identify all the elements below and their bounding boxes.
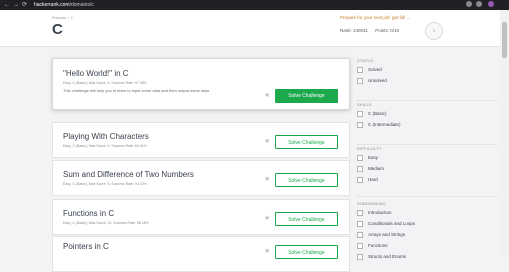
solve-challenge-button[interactable]: Solve Challenge bbox=[275, 173, 338, 187]
extension-icon[interactable] bbox=[466, 1, 472, 7]
rank-points: Rank: 440031 Points: 0/10 bbox=[340, 28, 399, 33]
challenge-title[interactable]: Pointers in C bbox=[63, 242, 109, 251]
filter-divider bbox=[357, 144, 497, 145]
checkbox[interactable] bbox=[357, 243, 363, 249]
filter-option-label: Conditionals and Loops bbox=[368, 221, 416, 226]
solve-challenge-button[interactable]: Solve Challenge bbox=[275, 245, 338, 259]
filter-option-label: Unsolved bbox=[368, 78, 387, 83]
filter-heading-status: STATUS bbox=[357, 58, 374, 63]
rank-text: Rank: 440031 bbox=[340, 28, 369, 33]
bookmark-star-icon[interactable]: ★ bbox=[264, 92, 270, 100]
challenge-card[interactable]: Functions in C Easy, C (Basic), Max Score… bbox=[52, 199, 350, 235]
challenge-card[interactable]: Pointers in C ★ Solve Challenge bbox=[52, 236, 350, 272]
profile-avatar-icon[interactable] bbox=[488, 1, 494, 7]
filter-option-label: Solved bbox=[368, 67, 382, 72]
challenge-card[interactable]: "Hello World!" in C Easy, C (Basic), Max … bbox=[52, 58, 350, 110]
checkbox[interactable] bbox=[357, 122, 363, 128]
challenge-meta: Easy, C (Basic), Max Score: 5, Success R… bbox=[63, 182, 147, 186]
challenge-title[interactable]: "Hello World!" in C bbox=[63, 69, 129, 78]
breadcrumb[interactable]: Prepare > C bbox=[52, 15, 74, 20]
forward-icon[interactable]: → bbox=[13, 1, 19, 9]
reload-icon[interactable]: ⟳ bbox=[22, 1, 27, 9]
filter-option-label: C (Intermediate) bbox=[368, 122, 401, 127]
filter-divider bbox=[357, 196, 497, 197]
checkbox[interactable] bbox=[357, 254, 363, 260]
solve-challenge-button[interactable]: Solve Challenge bbox=[275, 89, 338, 103]
filter-option-label: Structs and Enums bbox=[368, 254, 407, 259]
filter-heading-skills: SKILLS bbox=[357, 102, 372, 107]
checkbox[interactable] bbox=[357, 78, 363, 84]
challenge-description: This challenge will help you to learn to… bbox=[63, 88, 210, 93]
points-text: Points: 0/10 bbox=[375, 28, 400, 33]
challenge-title[interactable]: Sum and Difference of Two Numbers bbox=[63, 170, 194, 179]
back-icon[interactable]: ← bbox=[4, 1, 10, 9]
url-path: /domains/c bbox=[69, 2, 94, 8]
job-prompt-link[interactable]: Prepare for your next job: get full ... bbox=[340, 15, 410, 20]
checkbox[interactable] bbox=[357, 177, 363, 183]
solve-challenge-button[interactable]: Solve Challenge bbox=[275, 212, 338, 226]
challenge-meta: Easy, C (Basic), Max Score: 10, Success … bbox=[63, 221, 149, 225]
checkbox[interactable] bbox=[357, 221, 363, 227]
browser-toolbar: ← → ⟳ hackerrank.com/domains/c bbox=[0, 0, 509, 10]
checkbox[interactable] bbox=[357, 210, 363, 216]
filter-option-label: Functions bbox=[368, 243, 388, 248]
checkbox[interactable] bbox=[357, 166, 363, 172]
checkbox[interactable] bbox=[357, 67, 363, 73]
challenge-title[interactable]: Functions in C bbox=[63, 209, 114, 218]
filter-option-label: Arrays and Strings bbox=[368, 232, 406, 237]
bookmark-star-icon[interactable]: ★ bbox=[264, 138, 270, 146]
challenge-meta: Easy, C (Basic), Max Score: 5, Success R… bbox=[63, 144, 147, 148]
bookmark-star-icon[interactable]: ★ bbox=[264, 215, 270, 223]
bookmark-star-icon[interactable]: ★ bbox=[264, 176, 270, 184]
checkbox[interactable] bbox=[357, 232, 363, 238]
address-bar[interactable]: hackerrank.com/domains/c bbox=[34, 0, 94, 10]
filter-option-label: Introduction bbox=[368, 210, 392, 215]
progress-avatar: 0 bbox=[425, 22, 443, 40]
bookmark-star-icon[interactable]: ★ bbox=[264, 248, 270, 256]
challenge-card[interactable]: Sum and Difference of Two Numbers Easy, C… bbox=[52, 160, 350, 196]
filter-option-label: Easy bbox=[368, 155, 379, 160]
filter-option-label: Medium bbox=[368, 166, 385, 171]
challenge-meta: Easy, C (Basic), Max Score: 5, Success R… bbox=[63, 81, 147, 85]
scrollbar[interactable] bbox=[500, 10, 509, 256]
challenge-card[interactable]: Playing With Characters Easy, C (Basic), … bbox=[52, 122, 350, 158]
challenge-title[interactable]: Playing With Characters bbox=[63, 132, 149, 141]
checkbox[interactable] bbox=[357, 111, 363, 117]
filter-heading-subdomains: SUBDOMAINS bbox=[357, 201, 386, 206]
page-header: Prepare > C C Prepare for your next job:… bbox=[0, 10, 500, 47]
scrollbar-thumb[interactable] bbox=[502, 22, 507, 58]
solve-challenge-button[interactable]: Solve Challenge bbox=[275, 135, 338, 149]
checkbox[interactable] bbox=[357, 155, 363, 161]
filter-heading-difficulty: DIFFICULTY bbox=[357, 146, 382, 151]
page-title: C bbox=[52, 21, 63, 38]
filter-option-label: C (Basic) bbox=[368, 111, 387, 116]
extension-icon[interactable] bbox=[476, 1, 482, 7]
url-host: hackerrank.com bbox=[34, 2, 70, 8]
filter-divider bbox=[357, 100, 497, 101]
filter-option-label: Hard bbox=[368, 177, 378, 182]
